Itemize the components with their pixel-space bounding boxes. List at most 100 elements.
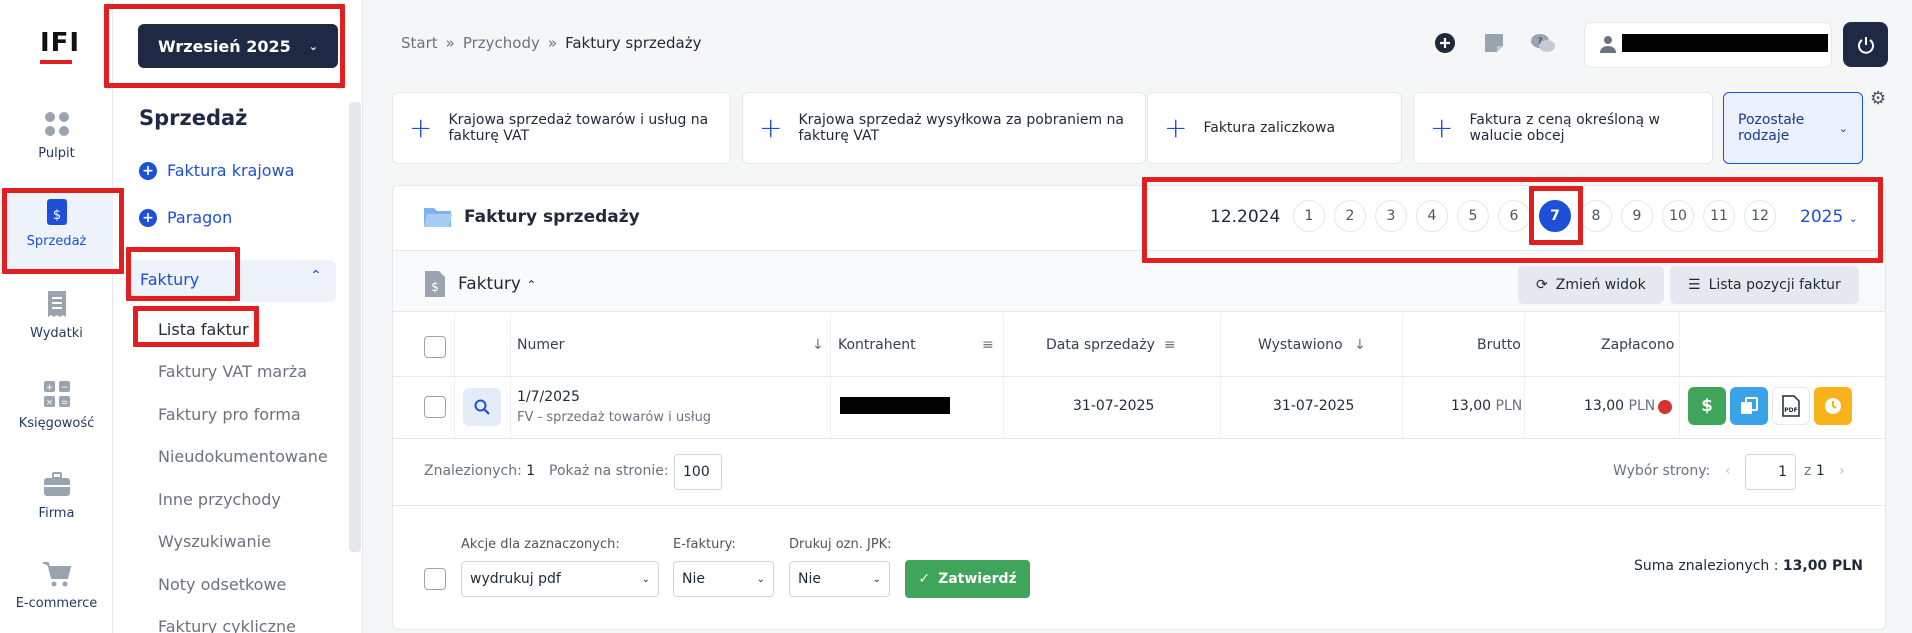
positions-list-button[interactable]: ☰ Lista pozycji faktur bbox=[1670, 266, 1859, 304]
pdf-button[interactable]: PDF bbox=[1772, 387, 1810, 425]
more-types-button[interactable]: Pozostałe rodzaje ⌄ bbox=[1723, 92, 1863, 164]
receipt-icon bbox=[47, 291, 66, 317]
check-icon: ✓ bbox=[918, 571, 931, 587]
plus-icon: + bbox=[409, 111, 433, 144]
divider bbox=[393, 505, 1885, 506]
sidebar-item-noty-odsetkowe[interactable]: Noty odsetkowe bbox=[158, 575, 286, 594]
quick-action-zaliczkowa[interactable]: + Faktura zaliczkowa bbox=[1147, 92, 1402, 164]
page-select-label: Wybór strony: bbox=[1613, 463, 1711, 479]
confirm-button[interactable]: ✓ Zatwierdź bbox=[905, 560, 1030, 598]
dashboard-icon bbox=[44, 112, 69, 136]
plus-circle-icon: + bbox=[139, 161, 157, 180]
payment-button[interactable]: $ bbox=[1688, 387, 1726, 425]
logout-button[interactable] bbox=[1843, 22, 1888, 67]
sidebar-scrollbar[interactable] bbox=[349, 102, 361, 552]
gross-amount: 13,00 PLN bbox=[1451, 398, 1523, 414]
invoice-number[interactable]: 1/7/2025 bbox=[517, 389, 580, 405]
rail-item-ksiegowosc[interactable]: + − × = Księgowość bbox=[0, 380, 113, 431]
calculator-icon: + −× = bbox=[43, 381, 70, 408]
column-header-contractor[interactable]: Kontrahent bbox=[838, 337, 916, 353]
sidebar-item-faktury-cykliczne[interactable]: Faktury cykliczne bbox=[158, 617, 296, 633]
note-icon[interactable] bbox=[1483, 32, 1505, 54]
gear-icon[interactable]: ⚙ bbox=[1870, 88, 1886, 109]
sidebar-link-paragon[interactable]: + Paragon bbox=[139, 208, 232, 227]
list-icon: ☰ bbox=[1688, 277, 1701, 293]
chevron-up-icon: ⌃ bbox=[526, 278, 537, 292]
jpk-select[interactable]: Nie ⌄ bbox=[789, 561, 890, 597]
preview-button[interactable] bbox=[463, 388, 501, 426]
dollar-icon: $ bbox=[1701, 396, 1713, 416]
bulk-select-checkbox[interactable] bbox=[424, 568, 446, 590]
column-header-issued[interactable]: Wystawiono bbox=[1258, 337, 1343, 353]
filter-lines-icon[interactable]: ≡ bbox=[982, 337, 994, 353]
found-count: Znalezionych: 1 bbox=[424, 463, 536, 479]
quick-action-wysylkowa[interactable]: + Krajowa sprzedaż wysyłkowa za pobraniem… bbox=[742, 92, 1146, 164]
column-header-paid[interactable]: Zapłacono bbox=[1601, 337, 1674, 353]
svg-text:?: ? bbox=[1538, 37, 1543, 47]
sidebar-item-pro-forma[interactable]: Faktury pro forma bbox=[158, 405, 301, 424]
copy-button[interactable] bbox=[1730, 387, 1768, 425]
filter-lines-icon[interactable]: ≡ bbox=[1164, 337, 1176, 353]
refresh-icon: ⟳ bbox=[1536, 277, 1548, 293]
per-page-input[interactable]: 100 bbox=[674, 454, 722, 490]
divider bbox=[393, 438, 1885, 439]
breadcrumb: Start» Przychody» Faktury sprzedaży bbox=[401, 34, 702, 52]
prev-page-icon[interactable]: ‹ bbox=[1725, 463, 1731, 479]
svg-text:=: = bbox=[60, 398, 68, 408]
briefcase-icon bbox=[43, 472, 70, 496]
chevron-down-icon: ⌄ bbox=[872, 573, 881, 585]
sidebar-item-nieudokumentowane[interactable]: Nieudokumentowane bbox=[158, 447, 328, 466]
rail-item-ecommerce[interactable]: E-commerce bbox=[0, 560, 113, 611]
row-checkbox[interactable] bbox=[424, 396, 446, 418]
chevron-down-icon: ⌄ bbox=[1838, 121, 1848, 135]
add-icon[interactable] bbox=[1434, 32, 1456, 54]
rail-item-firma[interactable]: Firma bbox=[0, 470, 113, 521]
highlight-box-month bbox=[104, 4, 345, 88]
sidebar-item-wyszukiwanie[interactable]: Wyszukiwanie bbox=[158, 532, 271, 551]
section-title[interactable]: Faktury ⌃ bbox=[458, 274, 536, 294]
highlight-box-lista-faktur bbox=[133, 306, 259, 347]
chevron-down-icon: ⌄ bbox=[641, 573, 650, 585]
svg-text:PDF: PDF bbox=[1784, 407, 1797, 414]
payment-status-dot bbox=[1658, 400, 1672, 414]
plus-circle-icon: + bbox=[139, 208, 157, 227]
quick-action-krajowa-vat[interactable]: + Krajowa sprzedaż towarów i usług na fak… bbox=[392, 92, 731, 164]
folder-icon bbox=[424, 208, 452, 227]
column-header-number[interactable]: Numer bbox=[517, 337, 564, 353]
logo[interactable]: IFI bbox=[40, 28, 80, 64]
history-button[interactable] bbox=[1814, 387, 1852, 425]
column-header-sale-date[interactable]: Data sprzedaży bbox=[1046, 337, 1155, 353]
rail-item-wydatki[interactable]: Wydatki bbox=[0, 290, 113, 341]
user-name-redacted bbox=[1622, 34, 1828, 52]
sidebar-item-vat-marza[interactable]: Faktury VAT marża bbox=[158, 362, 307, 381]
highlight-box-faktury bbox=[126, 247, 240, 301]
quick-action-waluta-obca[interactable]: + Faktura z ceną określoną w walucie obce… bbox=[1413, 92, 1713, 164]
sort-down-icon[interactable]: ↓ bbox=[812, 337, 824, 353]
next-page-icon[interactable]: › bbox=[1839, 463, 1845, 479]
breadcrumb-start[interactable]: Start bbox=[401, 34, 438, 52]
breadcrumb-przychody[interactable]: Przychody bbox=[463, 34, 540, 52]
efaktury-select[interactable]: Nie ⌄ bbox=[673, 561, 774, 597]
rail-item-pulpit[interactable]: Pulpit bbox=[0, 110, 113, 161]
sort-down-icon[interactable]: ↓ bbox=[1354, 337, 1366, 353]
select-all-checkbox[interactable] bbox=[424, 336, 446, 358]
sidebar-item-inne-przychody[interactable]: Inne przychody bbox=[158, 490, 281, 509]
chevron-up-icon[interactable]: ⌃ bbox=[310, 268, 322, 284]
bulk-actions-label: Akcje dla zaznaczonych: bbox=[461, 537, 620, 552]
page-input[interactable]: 1 bbox=[1745, 454, 1796, 490]
sum-found: Suma znalezionych : 13,00 PLN bbox=[1634, 558, 1863, 574]
power-icon bbox=[1857, 36, 1874, 54]
help-chat-icon[interactable]: ? bbox=[1530, 32, 1556, 54]
bulk-action-select[interactable]: wydrukuj pdf ⌄ bbox=[461, 561, 659, 597]
page-total: z 1 bbox=[1804, 463, 1825, 479]
contractor-redacted bbox=[840, 397, 950, 414]
sidebar-title: Sprzedaż bbox=[139, 106, 248, 130]
column-header-gross[interactable]: Brutto bbox=[1477, 337, 1521, 353]
sidebar-link-faktura-krajowa[interactable]: + Faktura krajowa bbox=[139, 161, 294, 180]
copy-icon bbox=[1741, 397, 1758, 414]
sale-date: 31-07-2025 bbox=[1073, 398, 1155, 414]
pdf-icon: PDF bbox=[1782, 395, 1800, 417]
change-view-button[interactable]: ⟳ Zmień widok bbox=[1518, 266, 1664, 304]
plus-icon: + bbox=[1164, 111, 1188, 144]
cart-icon bbox=[42, 562, 71, 587]
